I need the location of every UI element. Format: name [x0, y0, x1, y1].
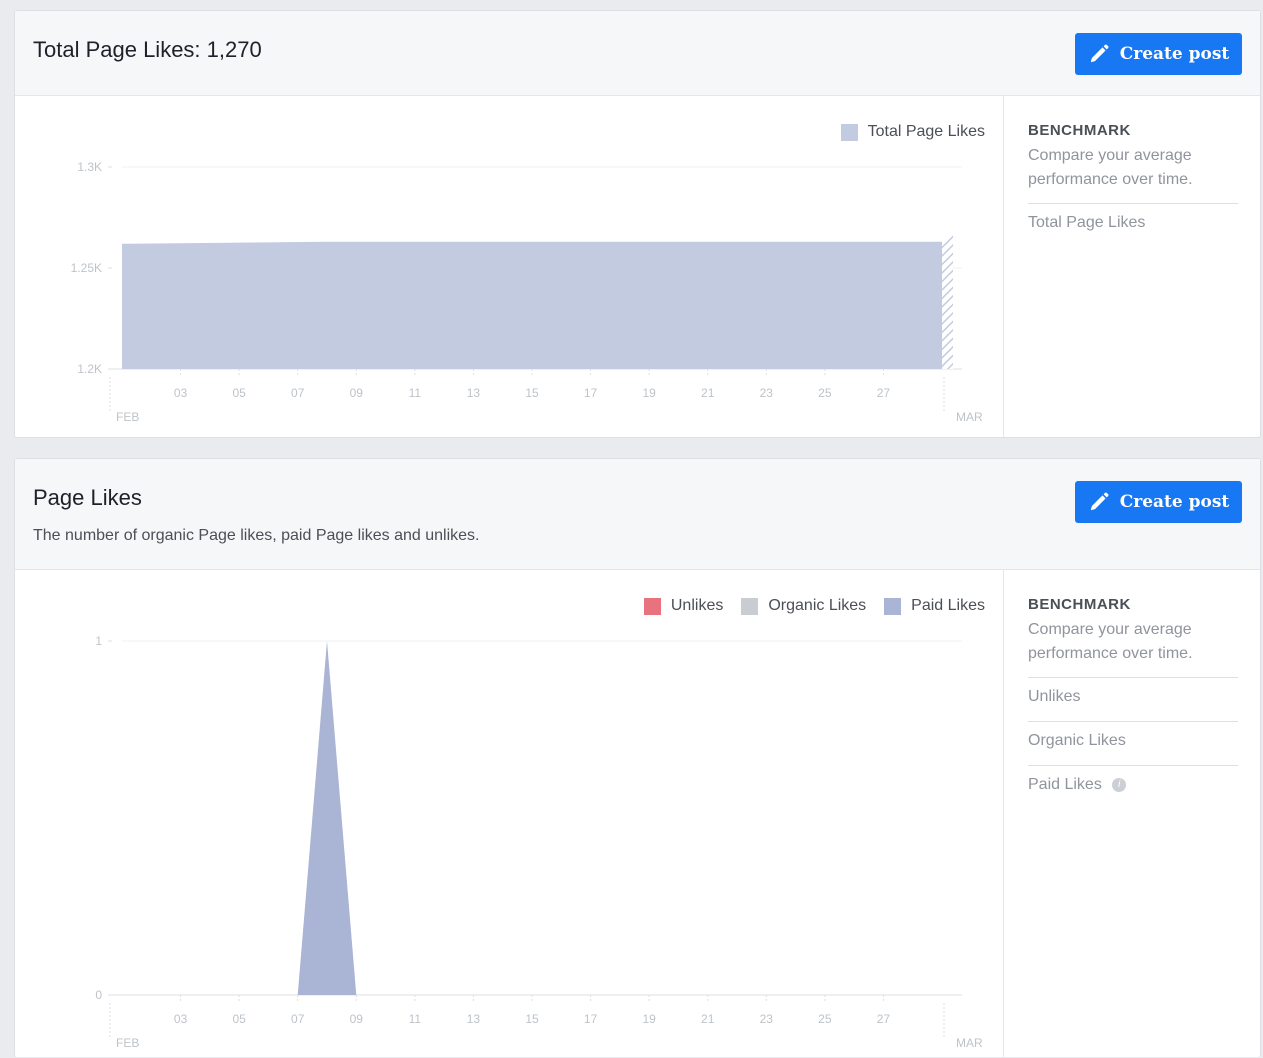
- x-tick-label: 27: [877, 386, 891, 400]
- x-tick-label: 21: [701, 386, 715, 400]
- y-tick-label: 1.25K: [71, 261, 102, 275]
- x-tick-label: 17: [584, 386, 598, 400]
- legend-label-paid-likes: Paid Likes: [911, 597, 985, 614]
- x-tick-label: 09: [350, 1012, 364, 1026]
- x-tick-label: 11: [409, 1012, 422, 1026]
- x-tick-label: 27: [877, 1012, 891, 1026]
- x-month-label: MAR: [956, 1036, 983, 1050]
- y-tick-label: 1: [95, 634, 102, 648]
- benchmark-description: Compare your average performance over ti…: [1028, 621, 1193, 662]
- x-tick-label: 23: [760, 386, 774, 400]
- benchmark-item-label: Paid Likes: [1028, 776, 1102, 793]
- benchmark-item-paid-likes[interactable]: Paid Likes i: [1028, 765, 1238, 794]
- chart-legend: Total Page Likes: [823, 123, 985, 141]
- x-tick-label: 11: [409, 386, 422, 400]
- legend-swatch-unlikes: [643, 597, 661, 615]
- benchmark-item-total-page-likes[interactable]: Total Page Likes: [1028, 203, 1238, 232]
- x-tick-label: 13: [467, 386, 481, 400]
- benchmark-item-label: Organic Likes: [1028, 732, 1126, 749]
- legend-swatch-organic-likes: [741, 597, 759, 615]
- legend-label-organic-likes: Organic Likes: [768, 597, 867, 614]
- x-tick-label: 17: [584, 1012, 598, 1026]
- y-tick-label: 1.3K: [77, 160, 102, 174]
- pencil-icon: [1090, 44, 1109, 63]
- legend-swatch-total-page-likes: [840, 123, 858, 141]
- x-tick-label: 21: [701, 1012, 715, 1026]
- benchmark-item-unlikes[interactable]: Unlikes: [1028, 677, 1238, 706]
- benchmark-item-organic-likes[interactable]: Organic Likes: [1028, 721, 1238, 750]
- chart-legend: Unlikes Organic Likes Paid Likes: [626, 597, 985, 615]
- x-tick-label: 03: [174, 386, 188, 400]
- benchmark-item-label: Unlikes: [1028, 688, 1081, 705]
- x-month-label: FEB: [116, 1036, 139, 1050]
- x-tick-label: 15: [525, 1012, 539, 1026]
- total-page-likes-card: Total Page Likes: 1,270 Create post 1.3K…: [14, 10, 1261, 438]
- x-tick-label: 03: [174, 1012, 188, 1026]
- benchmark-description: Compare your average performance over ti…: [1028, 147, 1193, 188]
- total-page-likes-chart: 1.3K 1.25K 1.2K 03 05 07 09 11 13 15 17 19 21 23 25 27 F…: [71, 160, 983, 424]
- info-icon[interactable]: i: [1112, 777, 1127, 792]
- benchmark-panel: BENCHMARK Compare your average performan…: [1003, 570, 1262, 1057]
- page-likes-chart: 1 0 03 05 07 09 11 13 15 17 19 21 23 25 27 FEB MAR: [95, 634, 983, 1050]
- benchmark-title: BENCHMARK: [1028, 596, 1131, 613]
- series-area-total-page-likes: [122, 241, 942, 369]
- create-post-button[interactable]: Create post: [1075, 33, 1242, 75]
- series-area-paid-likes: [297, 641, 357, 995]
- x-tick-label: 15: [525, 386, 539, 400]
- x-tick-label: 25: [818, 1012, 832, 1026]
- y-tick-label: 1.2K: [77, 362, 102, 376]
- create-post-label: Create post: [1119, 492, 1230, 512]
- x-tick-label: 07: [291, 386, 305, 400]
- x-tick-label: 09: [350, 386, 364, 400]
- benchmark-item-label: Total Page Likes: [1028, 214, 1146, 231]
- x-tick-label: 19: [642, 1012, 656, 1026]
- create-post-label: Create post: [1119, 44, 1230, 64]
- x-tick-label: 05: [232, 1012, 246, 1026]
- benchmark-title: BENCHMARK: [1028, 122, 1131, 139]
- pencil-icon: [1090, 492, 1109, 511]
- x-tick-label: 05: [232, 386, 246, 400]
- legend-label-unlikes: Unlikes: [670, 597, 724, 614]
- y-tick-label: 0: [95, 988, 102, 1002]
- x-tick-label: 25: [818, 386, 832, 400]
- x-month-label: MAR: [956, 410, 983, 424]
- create-post-button[interactable]: Create post: [1075, 481, 1242, 523]
- legend-label-total-page-likes: Total Page Likes: [867, 123, 985, 140]
- legend-swatch-paid-likes: [884, 597, 902, 615]
- x-tick-label: 13: [467, 1012, 481, 1026]
- x-tick-label: 19: [642, 386, 656, 400]
- benchmark-panel: BENCHMARK Compare your average performan…: [1003, 96, 1262, 437]
- x-month-label: FEB: [116, 410, 139, 424]
- x-tick-label: 07: [291, 1012, 305, 1026]
- x-tick-label: 23: [760, 1012, 774, 1026]
- partial-period-hatch: [942, 233, 953, 369]
- page-likes-card: Page Likes The number of organic Page li…: [14, 458, 1261, 1057]
